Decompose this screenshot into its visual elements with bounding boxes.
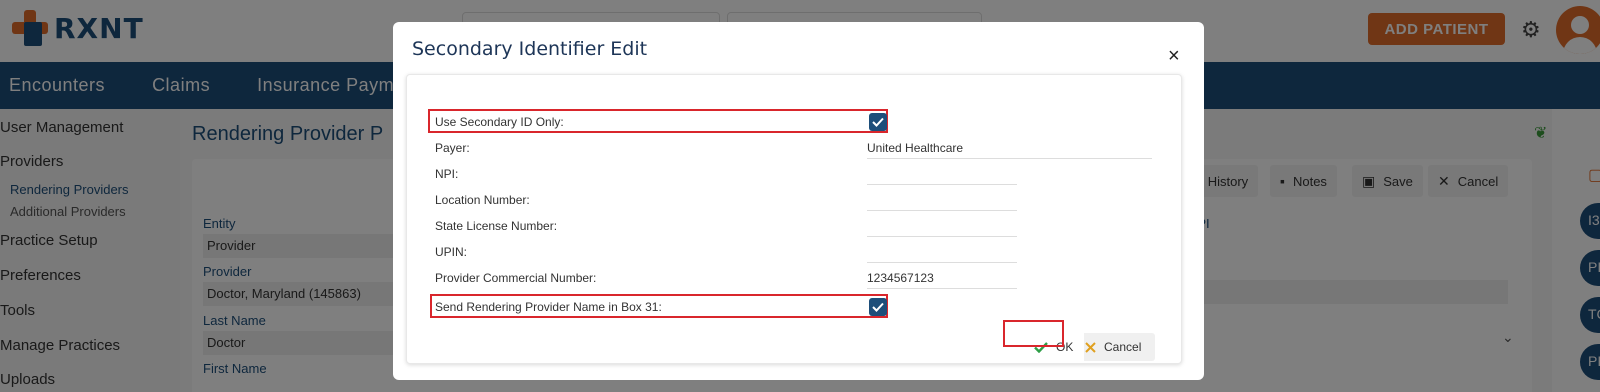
location-number-label: Location Number: (435, 193, 530, 207)
close-icon[interactable]: × (1168, 46, 1180, 66)
modal-cancel-button[interactable]: Cancel (1075, 333, 1155, 361)
modal-body: Use Secondary ID Only: Payer: United Hea… (406, 74, 1182, 364)
provider-commercial-number-field[interactable]: 1234567123 (867, 267, 1017, 289)
upin-label: UPIN: (435, 245, 468, 259)
state-license-number-label: State License Number: (435, 219, 558, 233)
secondary-identifier-modal: Secondary Identifier Edit × Use Secondar… (393, 22, 1204, 380)
location-number-field[interactable] (867, 189, 1017, 211)
send-rendering-provider-checkbox[interactable] (869, 298, 887, 316)
checkmark-icon (872, 302, 884, 312)
send-rendering-provider-label: Send Rendering Provider Name in Box 31: (435, 300, 662, 314)
checkmark-icon (872, 117, 884, 127)
use-secondary-id-checkbox[interactable] (869, 113, 887, 131)
state-license-number-field[interactable] (867, 215, 1017, 237)
payer-label: Payer: (435, 141, 470, 155)
use-secondary-id-label: Use Secondary ID Only: (435, 115, 564, 129)
provider-commercial-number-label: Provider Commercial Number: (435, 271, 597, 285)
close-icon (1085, 341, 1096, 353)
upin-field[interactable] (867, 241, 1017, 263)
npi-label: NPI: (435, 167, 459, 181)
payer-field[interactable]: United Healthcare (867, 137, 1152, 159)
modal-cancel-label: Cancel (1104, 340, 1142, 354)
npi-field[interactable] (867, 163, 1017, 185)
highlight-box (1003, 320, 1064, 347)
modal-title: Secondary Identifier Edit (412, 38, 648, 60)
